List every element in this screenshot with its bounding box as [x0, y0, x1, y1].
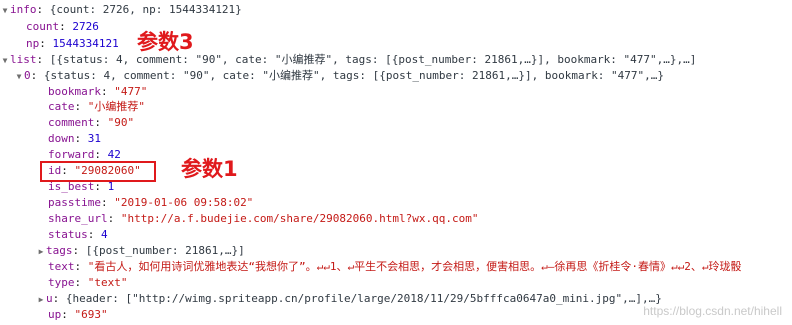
prop-value: {status: 4, comment: "90", cate: "小编推荐",… — [43, 69, 665, 82]
prop-key: text — [48, 260, 75, 273]
prop-sep: : — [107, 212, 121, 225]
prop-value: "2019-01-06 09:58:02" — [114, 196, 254, 209]
prop-sep: : — [30, 69, 44, 82]
expand-toggle-icon[interactable]: ▼ — [14, 69, 24, 85]
prop-key: tags — [46, 244, 73, 257]
watermark: https://blog.csdn.net/hihell — [643, 304, 782, 318]
prop-value: "90" — [107, 116, 135, 129]
annotation-param1: 参数1 — [181, 157, 238, 181]
tree-row-np: np: 1544334121 — [26, 36, 119, 52]
prop-key: comment — [48, 116, 95, 129]
prop-sep: : — [74, 132, 88, 145]
prop-key: up — [48, 308, 62, 321]
prop-key: status — [48, 228, 88, 241]
prop-value: "text" — [87, 276, 128, 289]
prop-key: u — [46, 292, 53, 305]
tree-row-down: down: 31 — [48, 131, 101, 147]
prop-sep: : — [36, 53, 50, 66]
prop-sep: : — [94, 116, 108, 129]
tree-row-tags[interactable]: ▶ tags: [{post_number: 21861,…}] — [36, 243, 245, 259]
prop-sep: : — [100, 196, 115, 209]
prop-value: "看古人，如何用诗词优雅地表达“我想你了”。↵↵1、↵平生不会相思，才会相思，便… — [87, 260, 742, 273]
annotation-param3: 参数3 — [137, 30, 194, 54]
prop-sep: : — [74, 276, 88, 289]
prop-sep: : — [36, 3, 50, 16]
prop-sep: : — [100, 85, 115, 98]
prop-key: list — [10, 53, 37, 66]
expand-toggle-icon[interactable]: ▶ — [36, 292, 46, 308]
prop-sep: : — [72, 244, 86, 257]
prop-sep: : — [61, 308, 75, 321]
prop-key: count — [26, 20, 60, 33]
prop-key: share_url — [48, 212, 108, 225]
expand-toggle-icon[interactable]: ▼ — [0, 3, 10, 19]
tree-row-text: text: "看古人，如何用诗词优雅地表达“我想你了”。↵↵1、↵平生不会相思，… — [48, 259, 792, 275]
prop-value: 2726 — [72, 20, 99, 33]
tree-row-u[interactable]: ▶ u: {header: ["http://wimg.spriteapp.cn/… — [36, 291, 662, 307]
tree-row-list[interactable]: ▼ list: [{status: 4, comment: "90", cate:… — [0, 52, 697, 69]
prop-sep: : — [74, 100, 88, 113]
tree-row-cate: cate: "小编推荐" — [48, 99, 145, 115]
prop-value: {count: 2726, np: 1544334121} — [49, 3, 242, 16]
tree-row-count: count: 2726 — [26, 19, 99, 35]
prop-sep: : — [39, 37, 53, 50]
prop-sep: : — [94, 148, 108, 161]
prop-value: [{post_number: 21861,…}] — [85, 244, 245, 257]
prop-key: 0 — [24, 69, 31, 82]
expand-toggle-icon[interactable]: ▶ — [36, 244, 46, 260]
tree-row-share-url: share_url: "http://a.f.budejie.com/share… — [48, 211, 478, 227]
tree-row-status: status: 4 — [48, 227, 108, 243]
expand-toggle-icon[interactable]: ▼ — [0, 53, 10, 69]
prop-value: 31 — [87, 132, 101, 145]
prop-key: down — [48, 132, 75, 145]
tree-row-info[interactable]: ▼ info: {count: 2726, np: 1544334121} — [0, 2, 242, 18]
prop-key: passtime — [48, 196, 101, 209]
tree-row-up: up: "693" — [48, 307, 108, 323]
prop-key: bookmark — [48, 85, 101, 98]
prop-value: "693" — [74, 308, 108, 321]
prop-value: 4 — [101, 228, 108, 241]
prop-value: 1544334121 — [52, 37, 119, 50]
prop-value: "小编推荐" — [87, 100, 145, 113]
tree-row-bookmark: bookmark: "477" — [48, 84, 147, 100]
prop-value: 42 — [107, 148, 121, 161]
prop-value: [{status: 4, comment: "90", cate: "小编推荐"… — [49, 53, 697, 66]
prop-key: np — [26, 37, 40, 50]
tree-row-type: type: "text" — [48, 275, 128, 291]
tree-row-comment: comment: "90" — [48, 115, 134, 131]
tree-row-0[interactable]: ▼ 0: {status: 4, comment: "90", cate: "小编… — [14, 68, 664, 84]
prop-sep: : — [52, 292, 66, 305]
prop-value: "http://a.f.budejie.com/share/29082060.h… — [120, 212, 479, 225]
id-highlight-box — [40, 161, 156, 182]
prop-value: "477" — [114, 85, 148, 98]
prop-key: forward — [48, 148, 95, 161]
prop-sep: : — [74, 260, 88, 273]
prop-key: type — [48, 276, 75, 289]
prop-key: info — [10, 3, 37, 16]
prop-sep: : — [59, 20, 73, 33]
tree-row-passtime: passtime: "2019-01-06 09:58:02" — [48, 195, 253, 211]
prop-value: {header: ["http://wimg.spriteapp.cn/prof… — [65, 292, 662, 305]
prop-sep: : — [87, 228, 101, 241]
prop-key: cate — [48, 100, 75, 113]
